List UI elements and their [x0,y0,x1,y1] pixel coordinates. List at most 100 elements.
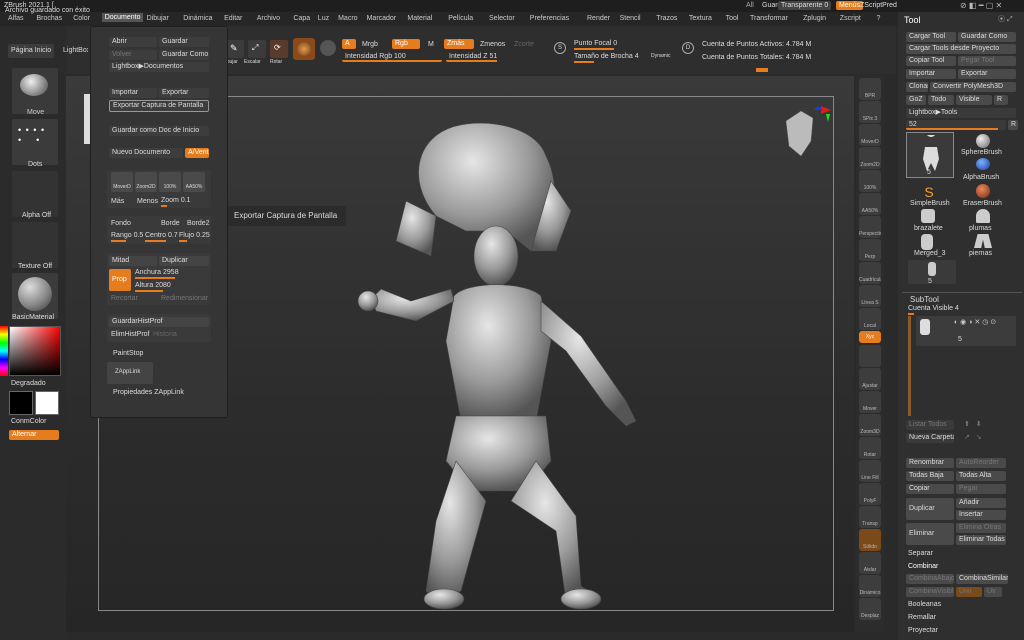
shelf-button-16[interactable]: Rotar [859,437,881,459]
rgb-toggle[interactable]: Rgb [392,39,420,49]
height-slider[interactable]: Altura 2080 [135,282,171,289]
shelf-button-9[interactable]: Línea S [859,285,881,307]
all-button[interactable]: Todo [928,95,954,105]
zcut-toggle[interactable]: Zcorte [514,41,534,48]
merged-thumb-icon[interactable] [921,234,933,250]
subtool-visibility-icons[interactable]: ◐ ◉ ◑ ✕ ◷ ⊙ [954,318,996,326]
menu-13[interactable]: Película [448,15,473,22]
legs-thumb-icon[interactable] [974,234,992,248]
proportional-button[interactable]: Prop [109,269,131,291]
visible-button[interactable]: Visible [956,95,992,105]
shelf-button-0[interactable]: BPR [859,78,881,100]
merge-header[interactable]: Combinar [908,563,938,570]
menu-15[interactable]: Preferencias [530,15,569,22]
s-size-icon[interactable]: S [554,42,566,54]
shelf-button-1[interactable]: SPix 3 [859,101,881,123]
rename-button[interactable]: Renombrar [906,458,954,468]
new-folder-button[interactable]: Nueva Carpeta [906,433,954,443]
split-header[interactable]: Separar [908,550,933,557]
copy-tool-button[interactable]: Copiar Tool [906,56,956,66]
shelf-button-4[interactable]: 100% [859,170,881,192]
less-button[interactable]: Menos [137,198,158,205]
delete-history-button[interactable]: ElimHistProf [111,331,150,338]
save-history-button[interactable]: GuardarHistProf [109,317,209,327]
back-button[interactable]: Fondo [111,220,131,227]
menu-5[interactable]: Dinámica [183,15,212,22]
hue-strip[interactable] [0,326,8,376]
autoreorder-button[interactable]: AutoReorder [956,458,1006,468]
delete-button[interactable]: Eliminar [906,523,954,545]
shelf-button-8[interactable]: Cuadrícula [859,262,881,284]
home-page-button[interactable]: Página Inicio [8,44,54,58]
half-button[interactable]: Mitad [109,256,157,266]
shelf-button-18[interactable]: PolyF [859,483,881,505]
shelf-button-10[interactable]: Local [859,308,881,330]
revert-button[interactable]: Volver [109,50,157,60]
menu-7[interactable]: Archivo [257,15,280,22]
merge-similar-button[interactable]: CombinaSimilar [956,574,1008,584]
shelf-button-22[interactable]: Dinámico [859,575,881,597]
list-all-button[interactable]: Listar Todos [906,420,954,430]
load-project-button[interactable]: Cargar Tools desde Proyecto [906,44,1016,54]
shelf-button-17[interactable]: Line Fill [859,460,881,482]
shelf-button-23[interactable]: Desplaz [859,598,881,620]
texture-thumb[interactable] [12,222,58,268]
zapplink-properties-button[interactable]: Propiedades ZAppLink [113,389,184,396]
border2-button[interactable]: Borde2 [187,220,210,227]
main-color-swatch[interactable] [35,391,59,415]
subtool-item[interactable]: ◐ ◉ ◑ ✕ ◷ ⊙ 5 [916,316,1016,346]
shelf-button-20[interactable]: Sólido [859,529,881,551]
menu-9[interactable]: Luz [318,15,329,22]
window-size-button[interactable]: A/Vent [185,148,209,158]
shelf-button-12[interactable] [859,345,881,367]
shelf-button-5[interactable]: AA50% [859,193,881,215]
gradient-label[interactable]: Degradado [11,380,46,387]
insert-button[interactable]: Insertar [956,510,1006,520]
shelf-button-7[interactable]: Perp [859,239,881,261]
subtool-scrollbar[interactable] [908,316,911,416]
stroke-preview-icon[interactable] [320,40,336,56]
menu-10[interactable]: Macro [338,15,357,22]
flow-slider[interactable]: Flujo 0.25 [179,232,210,239]
r-button[interactable]: R [994,95,1008,105]
zscript-pred[interactable]: ZScriptPred [860,2,897,9]
all-low-button[interactable]: Todas Baja [906,471,954,481]
all-high-button[interactable]: Todas Alta [956,471,1006,481]
menu-24[interactable]: ? [877,15,881,22]
brush-size-slider[interactable]: Tamaño de Brocha 4 [574,53,639,60]
secondary-color-swatch[interactable] [9,391,33,415]
new-document-button[interactable]: Nuevo Documento [109,148,183,158]
sculpt-figure[interactable] [336,121,656,611]
make-polymesh-button[interactable]: Convertir PolyMesh3D [930,82,1016,92]
import-doc-button[interactable]: Importar [109,88,157,98]
project-header[interactable]: Proyectar [908,627,938,634]
scale-mode-button[interactable]: ⤢ [248,40,266,58]
remesh-header[interactable]: Remallar [908,614,936,621]
transparent-slider[interactable]: Transparente 0 [778,1,832,10]
feathers-thumb-icon[interactable] [976,209,990,223]
actual-size-button[interactable]: 100% [159,172,181,192]
center-slider[interactable]: Centro 0.7 [145,232,178,239]
resize-button[interactable]: Redimensionar [161,295,208,302]
clone-button[interactable]: Clonar [906,82,928,92]
subtool-header[interactable]: SubTool [910,295,939,304]
folder-arrows[interactable]: ↗ ↘ [964,433,982,441]
weld-button[interactable]: Unir [956,587,982,597]
open-button[interactable]: Abrir [109,37,157,47]
visible-count-slider[interactable]: Cuenta Visible 4 [908,305,959,312]
menu-8[interactable]: Capa [293,15,310,22]
shelf-button-6[interactable]: Perspectiva [859,216,881,238]
z-intensity-slider[interactable]: Intensidad Z 51 [446,52,546,62]
boolean-header[interactable]: Booleanas [908,601,941,608]
import-button[interactable]: Importar [906,69,956,79]
zoom-slider[interactable]: Zoom 0.1 [161,197,191,204]
delete-all-button[interactable]: Eliminar Todas [956,535,1006,545]
brush-thumb[interactable] [12,68,58,114]
merge-visible-button[interactable]: CombinaVisible [906,587,954,597]
stroke-thumb[interactable]: • • • • • • [12,119,58,165]
menu-16[interactable]: Render [587,15,610,22]
zoom2d-button[interactable]: Zoom2D [135,172,157,192]
a-toggle[interactable]: A [342,39,356,49]
tool-count-slider[interactable]: 52 [906,120,1006,130]
paste-subtool-button[interactable]: Pegar [956,484,1006,494]
